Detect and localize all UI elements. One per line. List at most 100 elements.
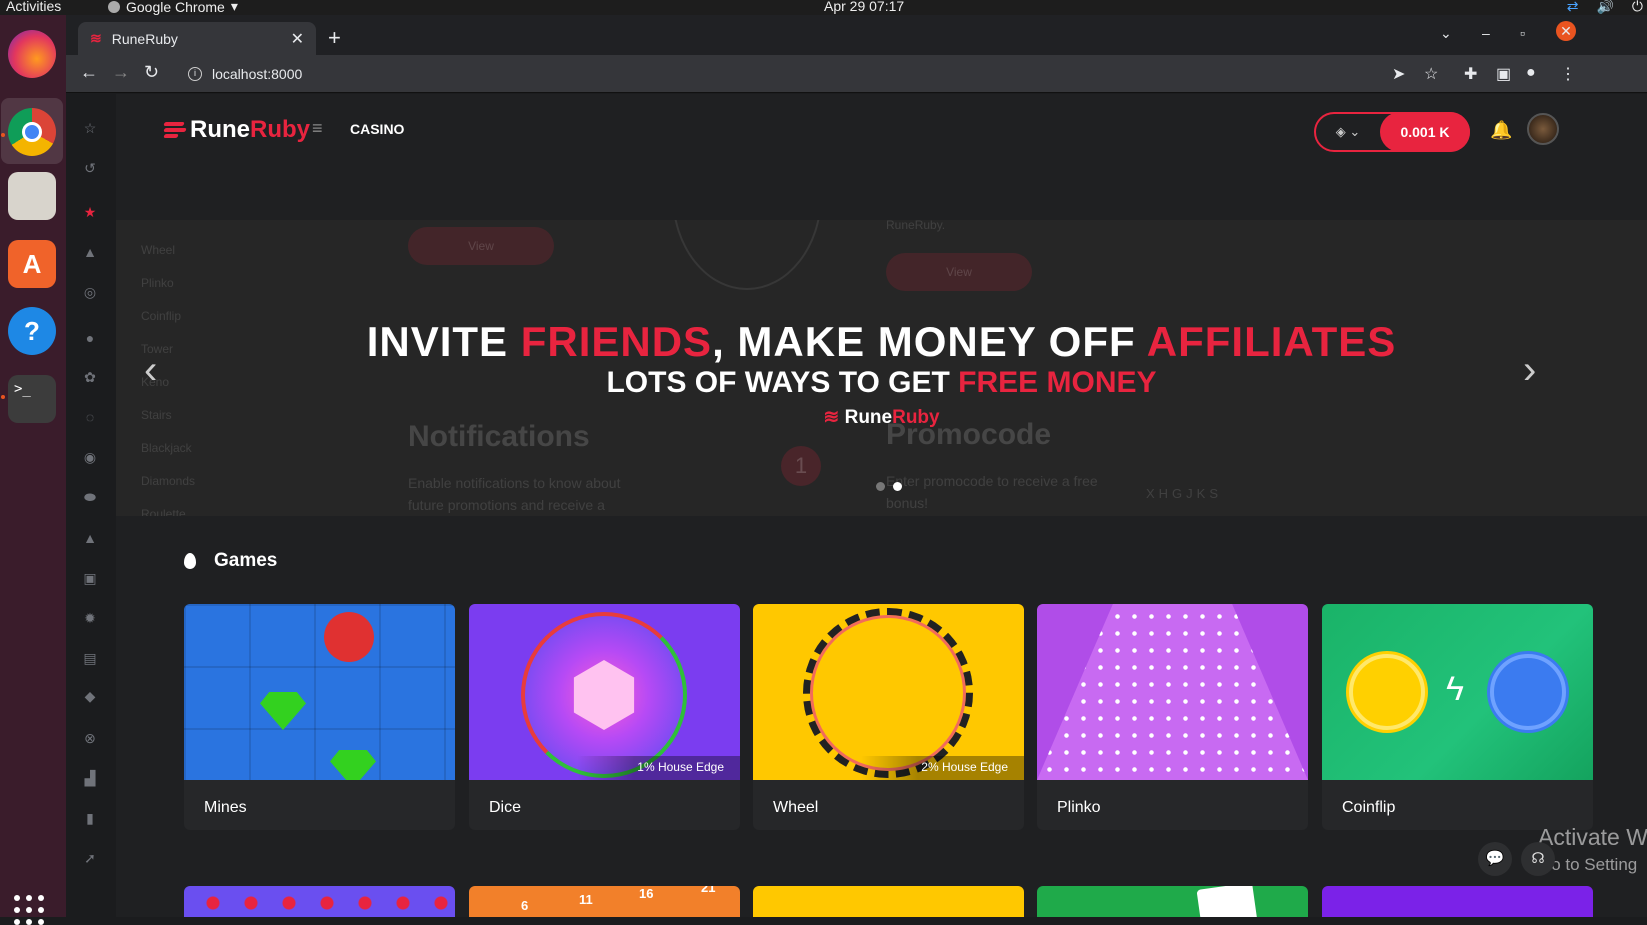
featured-icon[interactable]: ★ xyxy=(82,204,98,220)
banner-next-arrow-icon[interactable]: › xyxy=(1523,348,1536,393)
files-icon[interactable] xyxy=(8,172,56,220)
runeruby-logo[interactable]: Rune Ruby xyxy=(163,116,310,144)
plinko-art xyxy=(1037,604,1308,780)
show-apps-icon[interactable] xyxy=(14,895,44,925)
game-card-dice[interactable]: 1% House Edge Dice xyxy=(469,604,740,830)
pagination-dot-active[interactable] xyxy=(893,482,902,491)
volume-icon: 🔊 xyxy=(1596,0,1614,14)
favorites-star-icon[interactable]: ☆ xyxy=(82,120,98,136)
game-card-plinko[interactable]: Plinko xyxy=(1037,604,1308,830)
roulette-number: 21 xyxy=(701,886,716,895)
bookmark-star-icon[interactable]: ☆ xyxy=(1424,64,1438,84)
minimize-button[interactable]: – xyxy=(1482,25,1490,41)
avatar[interactable] xyxy=(1527,113,1559,145)
firefox-icon[interactable] xyxy=(8,30,56,78)
game-card-yellow[interactable] xyxy=(753,886,1024,917)
game-icon-2[interactable]: ◎ xyxy=(82,284,98,300)
banner-logo: ≋ RuneRuby xyxy=(116,406,1647,429)
game-icon-13[interactable]: ⊗ xyxy=(82,730,98,746)
stats-icon[interactable]: ▟ xyxy=(82,770,98,786)
close-tab-icon[interactable]: ✕ xyxy=(291,29,304,49)
ghost-menu-item: Wheel xyxy=(141,243,176,257)
forward-icon[interactable]: → xyxy=(112,62,130,83)
game-icon-8[interactable]: ▲ xyxy=(82,530,98,546)
game-title: Plinko xyxy=(1057,799,1101,816)
banner-headline: INVITE FRIENDS, MAKE MONEY OFF AFFILIATE… xyxy=(116,318,1647,366)
playing-card-icon xyxy=(1196,886,1258,917)
house-edge-badge: 1% House Edge xyxy=(577,756,740,780)
logo-text-rune: Rune xyxy=(190,116,250,143)
game-icon-6[interactable]: ◉ xyxy=(82,449,98,465)
pagination-dot[interactable] xyxy=(876,482,885,491)
game-icon-1[interactable]: ▲ xyxy=(82,244,98,260)
rocket-icon[interactable]: ➚ xyxy=(82,850,98,866)
ghost-notifications-text: Enable notifications to know about futur… xyxy=(408,475,621,513)
address-bar[interactable]: i localhost:8000 xyxy=(178,58,1478,90)
balance-display[interactable]: 0.001 K xyxy=(1380,112,1470,152)
game-title: Wheel xyxy=(773,799,819,816)
activities-button[interactable]: Activities xyxy=(6,0,61,14)
game-card-roulette[interactable]: 6 11 16 21 xyxy=(469,886,740,917)
game-icon-14[interactable]: ▮ xyxy=(82,810,98,826)
profile-icon[interactable]: ● xyxy=(1526,64,1536,82)
wallet[interactable]: ◈ ⌄ 0.001 K xyxy=(1314,112,1470,152)
tab-search-icon[interactable]: ⌄ xyxy=(1440,25,1452,42)
runeruby-favicon: ≋ xyxy=(90,30,102,46)
gem-icon xyxy=(260,692,306,730)
side-panel-icon[interactable]: ▣ xyxy=(1496,64,1511,84)
roulette-number: 6 xyxy=(521,898,529,913)
games-heading: Games xyxy=(184,550,277,572)
history-icon[interactable]: ↺ xyxy=(82,160,98,176)
game-card-mines[interactable]: Mines xyxy=(184,604,455,830)
banner-prev-arrow-icon[interactable]: ‹ xyxy=(144,348,157,393)
game-icon-4[interactable]: ✿ xyxy=(82,369,98,385)
logo-mark-icon: ≋ xyxy=(823,407,840,428)
wheel-ring xyxy=(803,608,973,778)
chrome-icon[interactable] xyxy=(8,108,56,156)
terminal-icon[interactable]: >_ xyxy=(8,375,56,423)
close-window-button[interactable]: ✕ xyxy=(1556,21,1576,41)
help-icon[interactable]: ? xyxy=(8,307,56,355)
tab-runeruby[interactable]: ≋ RuneRuby ✕ xyxy=(78,22,316,55)
game-card-coinflip[interactable]: ϟ Coinflip xyxy=(1322,604,1593,830)
game-icon-11[interactable]: ▤ xyxy=(82,650,98,666)
chrome-menu-icon[interactable]: ⋮ xyxy=(1560,64,1576,84)
system-tray[interactable]: ⇄ 🔊 ⏻ xyxy=(1567,0,1647,15)
game-title: Dice xyxy=(489,799,522,816)
url-text: localhost:8000 xyxy=(212,66,303,82)
send-icon[interactable]: ➤ xyxy=(1392,64,1405,84)
bell-icon[interactable]: 🔔 xyxy=(1490,120,1512,141)
game-icon-10[interactable]: ✹ xyxy=(82,610,98,626)
game-card-keno[interactable] xyxy=(184,886,455,917)
software-icon[interactable]: A xyxy=(8,240,56,288)
os-top-bar: Activities Google Chrome ▾ Apr 29 07:17 … xyxy=(0,0,1647,15)
site-info-icon[interactable]: i xyxy=(188,67,202,81)
support-headset-icon[interactable]: ☊ xyxy=(1521,842,1555,876)
yellow-coin-icon xyxy=(1349,654,1425,730)
reload-icon[interactable]: ↻ xyxy=(144,62,159,83)
chat-icon[interactable]: 💬 xyxy=(1478,842,1512,876)
roulette-number: 11 xyxy=(579,892,593,907)
wheel-art: 2% House Edge xyxy=(753,604,1024,780)
game-title: Mines xyxy=(204,799,247,816)
game-icon-9[interactable]: ▣ xyxy=(82,570,98,586)
game-icon-12[interactable]: ◆ xyxy=(82,688,98,704)
game-icon-3[interactable]: ● xyxy=(82,330,98,346)
back-icon[interactable]: ← xyxy=(80,62,98,83)
nav-casino[interactable]: CASINO xyxy=(350,121,404,137)
restore-button[interactable]: ▫ xyxy=(1520,25,1525,41)
banner-logo-rune: Rune xyxy=(844,407,893,428)
extensions-icon[interactable]: ✚ xyxy=(1464,64,1477,84)
new-tab-button[interactable]: + xyxy=(328,25,341,51)
hamburger-menu-icon[interactable]: ≡ xyxy=(312,118,323,139)
game-card-purple[interactable] xyxy=(1322,886,1593,917)
app-menu[interactable]: Google Chrome ▾ xyxy=(108,0,238,15)
clock[interactable]: Apr 29 07:17 xyxy=(824,0,904,14)
game-icon-7[interactable]: ⬬ xyxy=(82,489,98,505)
lightning-icon: ϟ xyxy=(1446,670,1464,708)
dock: A ? >_ xyxy=(0,15,66,925)
game-card-wheel[interactable]: 2% House Edge Wheel xyxy=(753,604,1024,830)
game-icon-5[interactable]: ◌ xyxy=(82,409,98,425)
currency-selector[interactable]: ◈ ⌄ xyxy=(1316,124,1380,140)
game-card-blackjack[interactable] xyxy=(1037,886,1308,917)
